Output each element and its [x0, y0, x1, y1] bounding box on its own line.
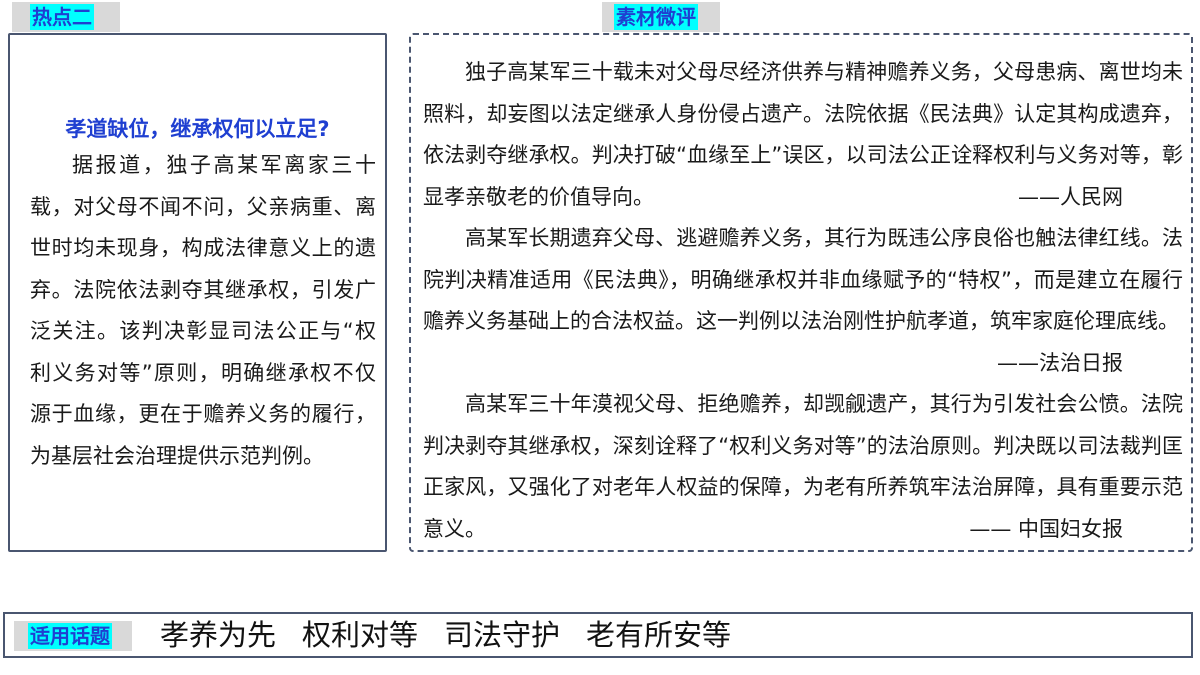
topics-bar: 适用话题 孝养为先 权利对等 司法守护 老有所安等 — [3, 612, 1193, 658]
hotspot-tab: 热点二 — [12, 2, 120, 32]
topic-item: 孝养为先 — [160, 618, 277, 652]
comment-source: ——法治日报 — [997, 350, 1123, 375]
comment-paragraph: 独子高某军三十载未对父母尽经济供养与精神赡养义务，父母患病、离世均未照料，却妄图… — [423, 52, 1183, 218]
comment-paragraph: 高某军三十年漠视父母、拒绝赡养，却觊觎遗产，其行为引发社会公愤。法院判决剥夺其继… — [423, 384, 1183, 550]
comment-panel: 独子高某军三十载未对父母尽经济供养与精神赡养义务，父母患病、离世均未照料，却妄图… — [409, 33, 1193, 552]
hotspot-title: 孝道缺位，继承权何以立足? — [65, 117, 330, 141]
topics-label-box: 适用话题 — [14, 621, 132, 651]
hotspot-panel: 孝道缺位，继承权何以立足? 据报道，独子高某军离家三十载，对父母不闻不问，父亲病… — [8, 33, 387, 552]
comment-tab: 素材微评 — [602, 2, 720, 32]
hotspot-tab-label: 热点二 — [30, 4, 94, 30]
comment-tab-label: 素材微评 — [614, 4, 698, 30]
topics-label: 适用话题 — [28, 623, 112, 649]
comment-source: ——人民网 — [1018, 184, 1123, 209]
comment-source: —— 中国妇女报 — [969, 516, 1123, 541]
topics-list: 孝养为先 权利对等 司法守护 老有所安等 — [160, 616, 731, 654]
hotspot-body: 据报道，独子高某军离家三十载，对父母不闻不问，父亲病重、离世时均未现身，构成法律… — [30, 153, 376, 468]
comment-text: 高某军长期遗弃父母、逃避赡养义务，其行为既违公序良俗也触法律红线。法院判决精准适… — [423, 226, 1183, 333]
topic-item: 老有所安等 — [586, 618, 732, 652]
topic-item: 司法守护 — [444, 618, 561, 652]
topic-item: 权利对等 — [302, 618, 419, 652]
comment-paragraph: 高某军长期遗弃父母、逃避赡养义务，其行为既违公序良俗也触法律红线。法院判决精准适… — [423, 218, 1183, 384]
